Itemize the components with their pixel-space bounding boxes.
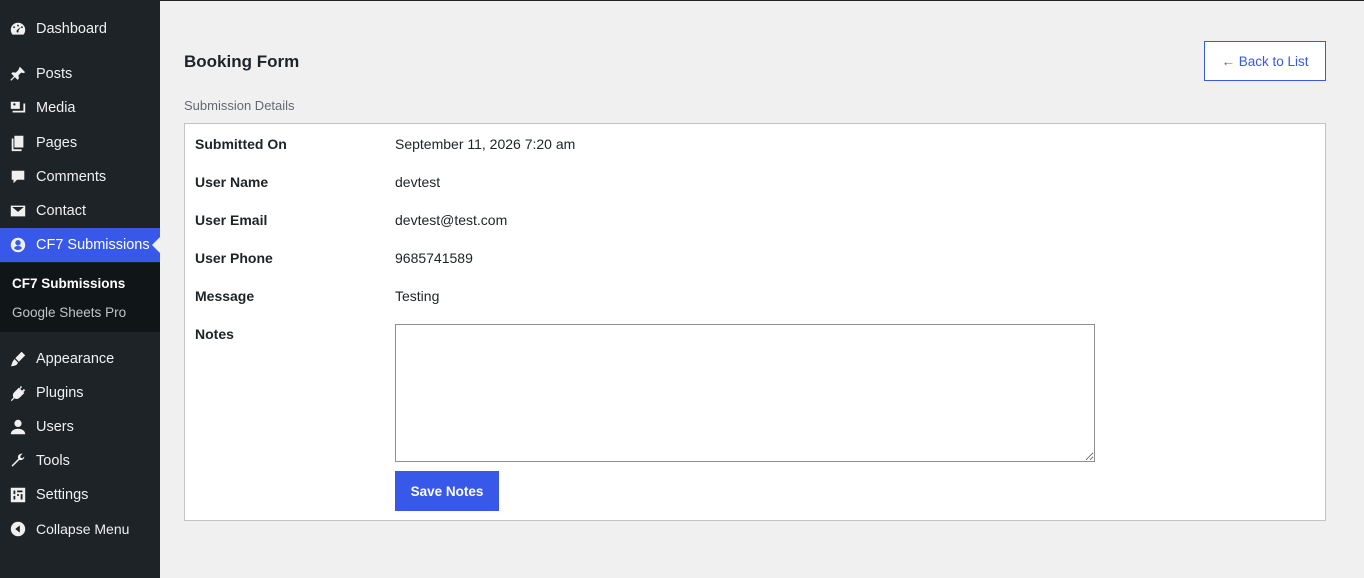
sidebar-item-label: Pages	[36, 135, 78, 151]
field-label-user-name: User Name	[195, 174, 269, 190]
sidebar-item-label: Appearance	[36, 351, 115, 367]
field-value-message: Testing	[395, 288, 440, 304]
sidebar-item-comments[interactable]: Comments	[0, 160, 160, 194]
main-content: Booking Form ← Back to List Submission D…	[160, 1, 1364, 578]
sidebar-item-label: Settings	[36, 487, 89, 503]
pin-icon	[8, 64, 28, 84]
sidebar-item-label: Tools	[36, 453, 70, 469]
sidebar-item-label: Media	[36, 100, 76, 116]
collapse-menu-button[interactable]: Collapse Menu	[0, 512, 160, 546]
sidebar-item-contact[interactable]: Contact	[0, 194, 160, 228]
user-icon	[8, 417, 28, 437]
sidebar-item-appearance[interactable]: Appearance	[0, 342, 160, 376]
notes-textarea[interactable]	[395, 324, 1095, 462]
field-value-user-phone: 9685741589	[395, 250, 473, 266]
settings-icon	[8, 485, 28, 505]
admin-sidebar: Dashboard Posts Media Pages Comments Con…	[0, 0, 160, 578]
sidebar-item-cf7-submissions[interactable]: CF7 Submissions	[0, 228, 160, 262]
field-label-message: Message	[195, 288, 255, 304]
section-heading: Submission Details	[184, 98, 295, 113]
media-icon	[8, 98, 28, 118]
sidebar-item-label: Plugins	[36, 385, 84, 401]
sidebar-item-plugins[interactable]: Plugins	[0, 376, 160, 410]
submissions-icon	[8, 235, 28, 255]
sidebar-item-label: Collapse Menu	[36, 521, 130, 537]
dashboard-icon	[8, 19, 28, 39]
sidebar-item-tools[interactable]: Tools	[0, 444, 160, 478]
sidebar-item-dashboard[interactable]: Dashboard	[0, 12, 160, 46]
field-label-submitted-on: Submitted On	[195, 136, 287, 152]
sidebar-item-label: Dashboard	[36, 21, 107, 37]
submenu-item-cf7-submissions[interactable]: CF7 Submissions	[12, 276, 125, 291]
sidebar-item-settings[interactable]: Settings	[0, 478, 160, 512]
sidebar-item-label: Comments	[36, 169, 107, 185]
submenu-item-google-sheets-pro[interactable]: Google Sheets Pro	[12, 305, 126, 320]
mail-icon	[8, 201, 28, 221]
wrench-icon	[8, 451, 28, 471]
submission-details-panel: Submitted On September 11, 2026 7:20 am …	[184, 123, 1326, 521]
collapse-icon	[8, 519, 28, 539]
field-value-submitted-on: September 11, 2026 7:20 am	[395, 136, 576, 152]
field-label-notes: Notes	[195, 326, 234, 342]
field-value-user-name: devtest	[395, 174, 441, 190]
sidebar-item-label: Users	[36, 419, 74, 435]
plugin-icon	[8, 383, 28, 403]
pages-icon	[8, 133, 28, 153]
sidebar-item-label: Contact	[36, 203, 86, 219]
sidebar-item-posts[interactable]: Posts	[0, 57, 160, 91]
field-label-user-email: User Email	[195, 212, 268, 228]
save-notes-button[interactable]: Save Notes	[395, 471, 499, 511]
sidebar-item-label: CF7 Submissions	[36, 237, 150, 253]
sidebar-item-users[interactable]: Users	[0, 410, 160, 444]
brush-icon	[8, 349, 28, 369]
sidebar-item-media[interactable]: Media	[0, 91, 160, 125]
sidebar-item-pages[interactable]: Pages	[0, 126, 160, 160]
page-title: Booking Form	[184, 52, 300, 71]
sidebar-item-label: Posts	[36, 66, 73, 82]
field-label-user-phone: User Phone	[195, 250, 273, 266]
comment-icon	[8, 167, 28, 187]
back-to-list-button[interactable]: ← Back to List	[1204, 41, 1326, 81]
cf7-submenu: CF7 Submissions Google Sheets Pro	[0, 263, 160, 332]
field-value-user-email: devtest@test.com	[395, 212, 508, 228]
